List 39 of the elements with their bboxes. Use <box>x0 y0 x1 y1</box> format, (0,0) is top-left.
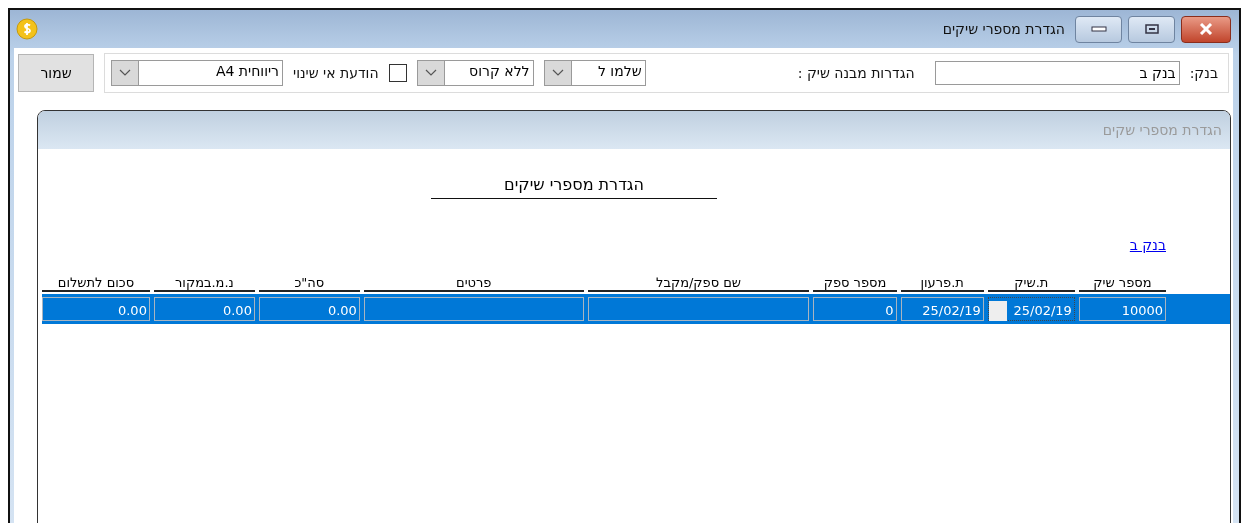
check-structure-label: הגדרות מבנה שיק : <box>797 65 915 81</box>
table-cell: 25/02/19 <box>900 297 984 321</box>
minimize-icon <box>1090 26 1107 32</box>
dropdown[interactable]: שלמו ל <box>543 60 646 86</box>
dropdown[interactable]: ריווחית A4 <box>111 60 283 86</box>
column-header[interactable]: סה"כ <box>258 275 360 292</box>
chevron-down-icon <box>112 61 139 85</box>
chevron-down-icon <box>544 61 572 85</box>
window-title: הגדרת מספרי שיקים <box>942 21 1065 37</box>
minimize-button[interactable] <box>1075 15 1122 43</box>
table-cell: 0.00 <box>42 297 150 321</box>
dropdown[interactable]: ללא קרוס <box>416 60 534 86</box>
save-button[interactable]: שמור <box>18 54 94 92</box>
column-header[interactable]: מספר שיק <box>1078 275 1166 292</box>
bank-link[interactable]: בנק ב <box>1129 237 1166 253</box>
maximize-button[interactable] <box>1128 15 1175 43</box>
table-cell: 0.00 <box>258 297 360 321</box>
column-header[interactable]: סכום לתשלום <box>42 275 150 292</box>
table-cell: 0 <box>813 297 897 321</box>
bank-field[interactable]: בנק ב <box>934 61 1180 85</box>
table-cell: 0.00 <box>153 297 255 321</box>
coin-icon <box>16 18 38 40</box>
checkbox-label: הודעת אי שינוי <box>293 65 379 81</box>
chevron-down-icon <box>417 61 445 85</box>
column-header[interactable]: ת.פרעון <box>900 275 984 292</box>
bank-label: בנק: <box>1189 65 1218 81</box>
column-header[interactable]: פרטים <box>363 275 584 292</box>
column-header[interactable]: ת.שיק <box>987 275 1075 292</box>
report-title: הגדרת מספרי שיקים <box>431 175 717 199</box>
close-button[interactable] <box>1181 15 1231 43</box>
column-header[interactable]: נ.מ.במקור <box>153 275 255 292</box>
panel-header: הגדרת מספרי שקים <box>38 111 1230 149</box>
table-cell: 25/02/19 <box>987 297 1075 321</box>
close-icon <box>1198 23 1214 35</box>
table-cell: 10000 <box>1078 297 1166 321</box>
column-header[interactable]: מספר ספק <box>813 275 897 292</box>
restore-icon <box>1144 24 1159 34</box>
checkbox[interactable] <box>388 64 407 82</box>
column-header[interactable]: שם ספק/מקבל <box>587 275 810 292</box>
